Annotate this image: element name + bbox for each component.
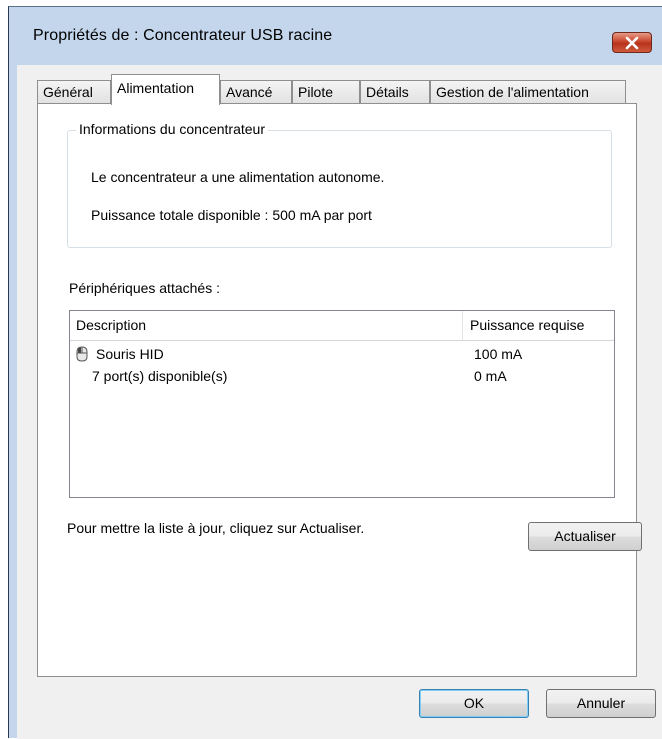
device-name: 7 port(s) disponible(s) [92,368,228,384]
tab-alimentation[interactable]: Alimentation [111,74,220,105]
tab-label: Pilote [298,84,334,100]
tab-details[interactable]: Détails [360,80,430,103]
refresh-hint-text: Pour mettre la liste à jour, cliquez sur… [67,520,365,536]
device-power: 0 mA [474,368,507,384]
devices-list[interactable]: Description Puissance requise Souris HID… [69,310,615,498]
tab-panel-alimentation: Informations du concentrateur Le concent… [37,103,642,677]
tab-general[interactable]: Général [37,80,111,103]
refresh-button[interactable]: Actualiser [528,522,642,551]
device-power: 100 mA [474,346,523,362]
total-power-text: Puissance totale disponible : 500 mA par… [91,207,372,223]
tab-pilote[interactable]: Pilote [292,80,360,103]
column-header-description[interactable]: Description [70,311,463,340]
hub-info-legend: Informations du concentrateur [76,121,268,137]
column-header-label: Description [76,317,147,333]
window-title: Propriétés de : Concentrateur USB racine [33,27,333,44]
properties-window: Propriétés de : Concentrateur USB racine… [8,6,662,739]
tab-label: Détails [366,84,409,100]
mouse-icon [76,346,88,362]
hub-info-group: Informations du concentrateur Le concent… [67,121,612,248]
list-item[interactable]: 7 port(s) disponible(s) 0 mA [70,365,614,387]
power-mode-text: Le concentrateur a une alimentation auto… [91,169,385,185]
tab-label: Alimentation [117,80,195,96]
tab-power-management[interactable]: Gestion de l'alimentation [430,80,626,103]
close-icon [625,36,639,49]
list-item[interactable]: Souris HID 100 mA [70,343,614,365]
cancel-button[interactable]: Annuler [546,689,656,718]
dialog-client-area: Général Alimentation Avancé Pilote Détai… [17,65,662,739]
column-header-label: Puissance requise [470,317,585,333]
ok-button[interactable]: OK [419,689,529,718]
tab-avance[interactable]: Avancé [220,80,292,103]
attached-devices-label: Périphériques attachés : [69,280,220,296]
tab-label: Avancé [226,84,273,100]
tab-label: Gestion de l'alimentation [436,84,589,100]
title-bar[interactable]: Propriétés de : Concentrateur USB racine [9,7,662,61]
column-header-power[interactable]: Puissance requise [464,311,614,340]
device-name: Souris HID [96,346,164,362]
list-header: Description Puissance requise [70,311,614,341]
close-button[interactable] [612,32,652,53]
tab-label: Général [43,84,93,100]
